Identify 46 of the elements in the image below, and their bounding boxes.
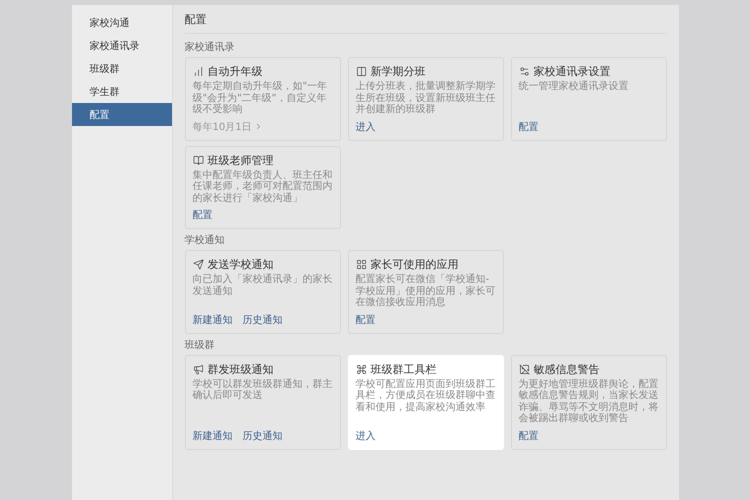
card-title: 敏感信息警告 <box>534 362 600 376</box>
columns-icon <box>356 66 366 77</box>
action-link[interactable]: 配置 <box>192 208 212 222</box>
card-title: 自动升年级 <box>208 64 262 79</box>
book-icon <box>192 154 204 166</box>
sidebar-item[interactable]: 配置 <box>72 103 172 126</box>
card-title: 家长可使用的应用 <box>370 257 458 272</box>
sidebar-item[interactable]: 班级群 <box>72 57 172 80</box>
send-icon <box>192 259 204 270</box>
card-title: 新学期分班 <box>370 64 426 79</box>
action-link[interactable]: 配置 <box>518 428 538 442</box>
section-label: 班级群 <box>184 338 216 352</box>
action-link[interactable]: 新建通知 <box>192 312 232 326</box>
sidebar-item[interactable]: 家校沟通 <box>72 11 172 34</box>
card-description: 统一管理家校通讯录设置 <box>518 81 630 94</box>
card-description: 为更好地管理班级群舆论，配置敏感信息警告规则，当家长发送诈骗、辱骂等不文明消息时，将会被踢出群聊或收到警告 <box>518 378 658 424</box>
card-description: 向已加入「家校通讯录」的家长发送通知 <box>192 274 332 298</box>
action-link[interactable]: 进入 <box>356 120 376 134</box>
action-link[interactable]: 新建通知 <box>192 428 232 442</box>
card-description: 上传分班表，批量调整新学期学生所在班级，设置新班级班主任并创建新的班级群 <box>356 81 496 116</box>
card-title: 发送学校通知 <box>208 257 274 272</box>
card-title: 班级老师管理 <box>208 152 274 168</box>
bar-chart-icon <box>192 66 204 77</box>
card-title: 班级群工具栏 <box>370 362 436 376</box>
card-description: 集中配置年级负责人、班主任和任课老师，老师可对配置范围内的家长进行「家校沟通」 <box>192 170 332 204</box>
sliders-icon <box>518 66 530 77</box>
sidebar-item[interactable]: 家校通讯录 <box>72 34 172 57</box>
card-description: 学校可以群发班级群通知，群主确认后即可发送 <box>192 378 332 403</box>
page-title: 配置 <box>184 5 666 34</box>
command-icon <box>356 364 366 374</box>
image-off-icon <box>518 364 530 374</box>
card-description: 学校可配置应用页面到班级群工具栏，方便成员在班级群聊中查看和使用，提高家校沟通效率 <box>356 378 496 414</box>
section-label: 家校通讯录 <box>184 40 236 54</box>
action-link[interactable]: 历史通知 <box>242 428 282 442</box>
section-label: 学校通知 <box>184 234 226 247</box>
card-title: 家校通讯录设置 <box>534 64 610 79</box>
card-description: 配置家长可在微信「学校通知-学校应用」使用的应用，家长可在微信接收应用消息 <box>356 274 496 308</box>
action-link[interactable]: 配置 <box>356 312 376 326</box>
action-link[interactable]: 配置 <box>518 120 538 134</box>
sidebar-item[interactable]: 学生群 <box>72 80 172 103</box>
action-link[interactable]: 进入 <box>356 428 376 442</box>
grid-icon <box>356 259 366 270</box>
card-description: 每年定期自动升年级，如"一年级"会升为"二年级"，自定义年级不受影响 <box>192 81 328 116</box>
megaphone-icon <box>192 364 204 374</box>
card-title: 群发班级通知 <box>208 362 274 376</box>
action-link[interactable]: 历史通知 <box>242 312 282 326</box>
